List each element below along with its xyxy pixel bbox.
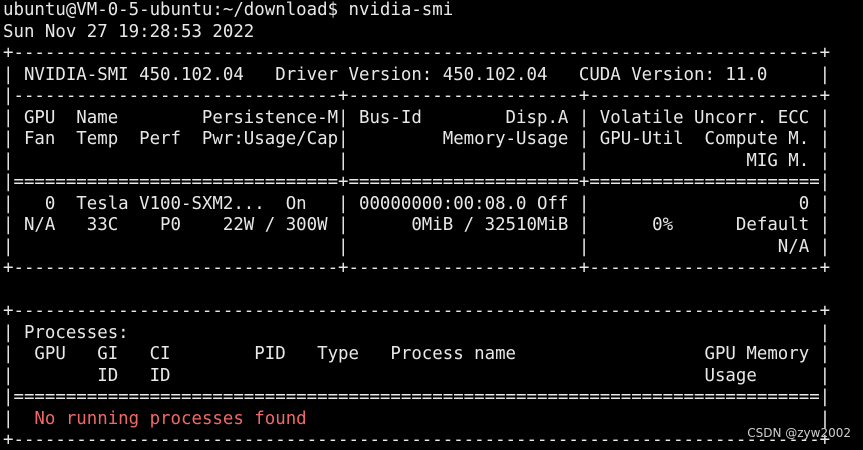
process-table-left-border: |: [3, 408, 35, 429]
gpu-table-data-row: | | | N/A |: [3, 236, 831, 257]
gpu-table-border-bottom: +-------------------------------+-------…: [3, 258, 831, 278]
gpu-status-table: +---------------------------------------…: [3, 43, 863, 280]
gpu-table-data-row: | 0 Tesla V100-SXM2... On | 00000000:00:…: [3, 193, 831, 214]
process-table-border-top: +---------------------------------------…: [3, 301, 831, 321]
command-prompt: ubuntu@VM-0-5-ubuntu:~/download$ nvidia-…: [3, 0, 454, 20]
gpu-table-data-row: | N/A 33C P0 22W / 300W | 0MiB / 32510Mi…: [3, 215, 831, 235]
process-table-title-row: | Processes: |: [3, 322, 831, 343]
process-table-border-bottom: +---------------------------------------…: [3, 430, 831, 450]
gpu-table-border-top: +---------------------------------------…: [3, 43, 831, 63]
timestamp-line: Sun Nov 27 19:28:53 2022: [3, 21, 255, 42]
gpu-table-version-row: | NVIDIA-SMI 450.102.04 Driver Version: …: [3, 64, 831, 85]
no-processes-message: No running processes found: [34, 408, 307, 429]
terminal-window[interactable]: ubuntu@VM-0-5-ubuntu:~/download$ nvidia-…: [3, 0, 863, 450]
gpu-table-header-row: | GPU Name Persistence-M| Bus-Id Disp.A …: [3, 107, 831, 128]
watermark: CSDN @zyw2002: [747, 426, 851, 440]
process-table-header-row: | GPU GI CI PID Type Process name GPU Me…: [3, 344, 831, 364]
gpu-table-separator: |-------------------------------+-------…: [3, 86, 831, 106]
gpu-table-double-separator: |===============================+=======…: [3, 172, 831, 192]
gpu-table-header-row: | | | MIG M. |: [3, 150, 831, 171]
process-table-message-row: | No running processes found |: [3, 409, 863, 431]
process-table-double-separator: |=======================================…: [3, 387, 831, 407]
process-table: +---------------------------------------…: [3, 301, 863, 450]
process-table-header-row: | ID ID Usage |: [3, 365, 831, 386]
gpu-table-header-row: | Fan Temp Perf Pwr:Usage/Cap| Memory-Us…: [3, 129, 831, 149]
